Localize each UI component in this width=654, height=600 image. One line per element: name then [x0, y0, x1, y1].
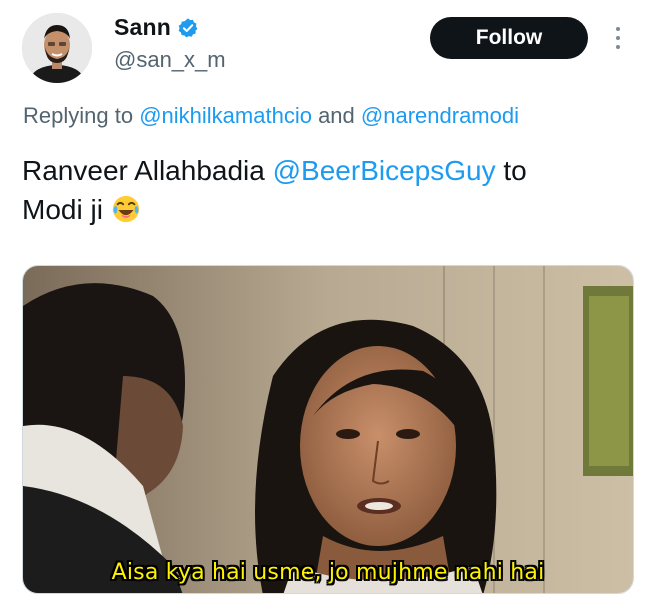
- author-name-row[interactable]: Sann: [114, 14, 199, 41]
- verified-badge-icon: [177, 17, 199, 39]
- replying-to-line: Replying to @nikhilkamathcio and @narend…: [23, 103, 519, 129]
- reply-mention-link[interactable]: @narendramodi: [361, 103, 519, 128]
- tweet-text: Ranveer Allahbadia @BeerBicepsGuy to Mod…: [22, 151, 642, 229]
- author-display-name[interactable]: Sann: [114, 14, 171, 41]
- face-with-tears-of-joy-icon: [111, 194, 141, 224]
- more-dot: [616, 36, 620, 40]
- more-dot: [616, 45, 620, 49]
- follow-button[interactable]: Follow: [430, 17, 588, 59]
- more-vertical-icon[interactable]: [608, 26, 628, 50]
- tweet-text-part: to: [503, 155, 527, 186]
- replying-conjunction: and: [318, 103, 355, 128]
- tweet-text-part: Ranveer Allahbadia: [22, 155, 265, 186]
- more-dot: [616, 27, 620, 31]
- tweet-text-part: Modi ji: [22, 194, 103, 225]
- movie-still-image: [23, 266, 633, 593]
- author-handle[interactable]: @san_x_m: [114, 47, 226, 73]
- tweet-mention-link[interactable]: @BeerBicepsGuy: [273, 155, 496, 186]
- replying-prefix: Replying to: [23, 103, 134, 128]
- media-subtitle: Aisa kya hai usme, jo mujhme nahi hai: [111, 560, 545, 585]
- reply-mention-link[interactable]: @nikhilkamathcio: [139, 103, 312, 128]
- avatar[interactable]: [22, 13, 92, 83]
- tweet-media-image[interactable]: Aisa kya hai usme, jo mujhme nahi hai: [22, 265, 634, 594]
- profile-photo-icon: [22, 13, 92, 83]
